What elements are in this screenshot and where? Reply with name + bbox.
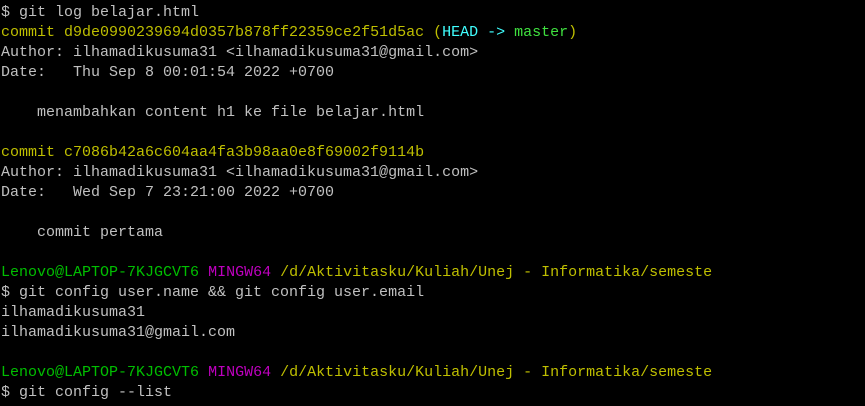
commit-prefix: commit <box>1 24 65 41</box>
output-line: menambahkan content h1 ke file belajar.h… <box>1 104 425 121</box>
command-line: $ git log belajar.html <box>1 4 200 21</box>
prompt-path: /d/Aktivitasku/Kuliah/Unej - Informatika… <box>280 364 713 381</box>
command-line: $ git config user.name && git config use… <box>1 284 425 301</box>
output-line: Author: ilhamadikusuma31 <ilhamadikusuma… <box>1 164 479 181</box>
output-line: ilhamadikusuma31@gmail.com <box>1 324 236 341</box>
commit-hash: d9de0990239694d0357b878ff22359ce2f51d5ac <box>64 24 425 41</box>
prompt-line: Lenovo@LAPTOP-7KJGCVT6 MINGW64 /d/Aktivi… <box>1 363 712 383</box>
ref-close: ) <box>568 24 578 41</box>
commit-line: commit d9de0990239694d0357b878ff22359ce2… <box>1 23 712 43</box>
output-line: Author: ilhamadikusuma31 <ilhamadikusuma… <box>1 44 479 61</box>
output-line: ilhamadikusuma31 <box>1 304 146 321</box>
prompt-shell: MINGW64 <box>208 264 272 281</box>
output-line: Date: Wed Sep 7 23:21:00 2022 +0700 <box>1 184 335 201</box>
terminal-output[interactable]: $ git log belajar.html commit d9de099023… <box>1 3 712 403</box>
prompt-path: /d/Aktivitasku/Kuliah/Unej - Informatika… <box>280 264 713 281</box>
prompt-user: Lenovo@LAPTOP-7KJGCVT6 <box>1 264 200 281</box>
ref-open: ( <box>424 24 443 41</box>
branch-ref: master <box>514 24 569 41</box>
command-line: $ git config --list <box>1 384 173 401</box>
prompt-line: Lenovo@LAPTOP-7KJGCVT6 MINGW64 /d/Aktivi… <box>1 263 712 283</box>
head-ref: HEAD -> <box>442 24 515 41</box>
output-line: commit pertama <box>1 224 164 241</box>
output-line: Date: Thu Sep 8 00:01:54 2022 +0700 <box>1 64 335 81</box>
prompt-user: Lenovo@LAPTOP-7KJGCVT6 <box>1 364 200 381</box>
commit-line: commit c7086b42a6c604aa4fa3b98aa0e8f6900… <box>1 144 425 161</box>
prompt-shell: MINGW64 <box>208 364 272 381</box>
